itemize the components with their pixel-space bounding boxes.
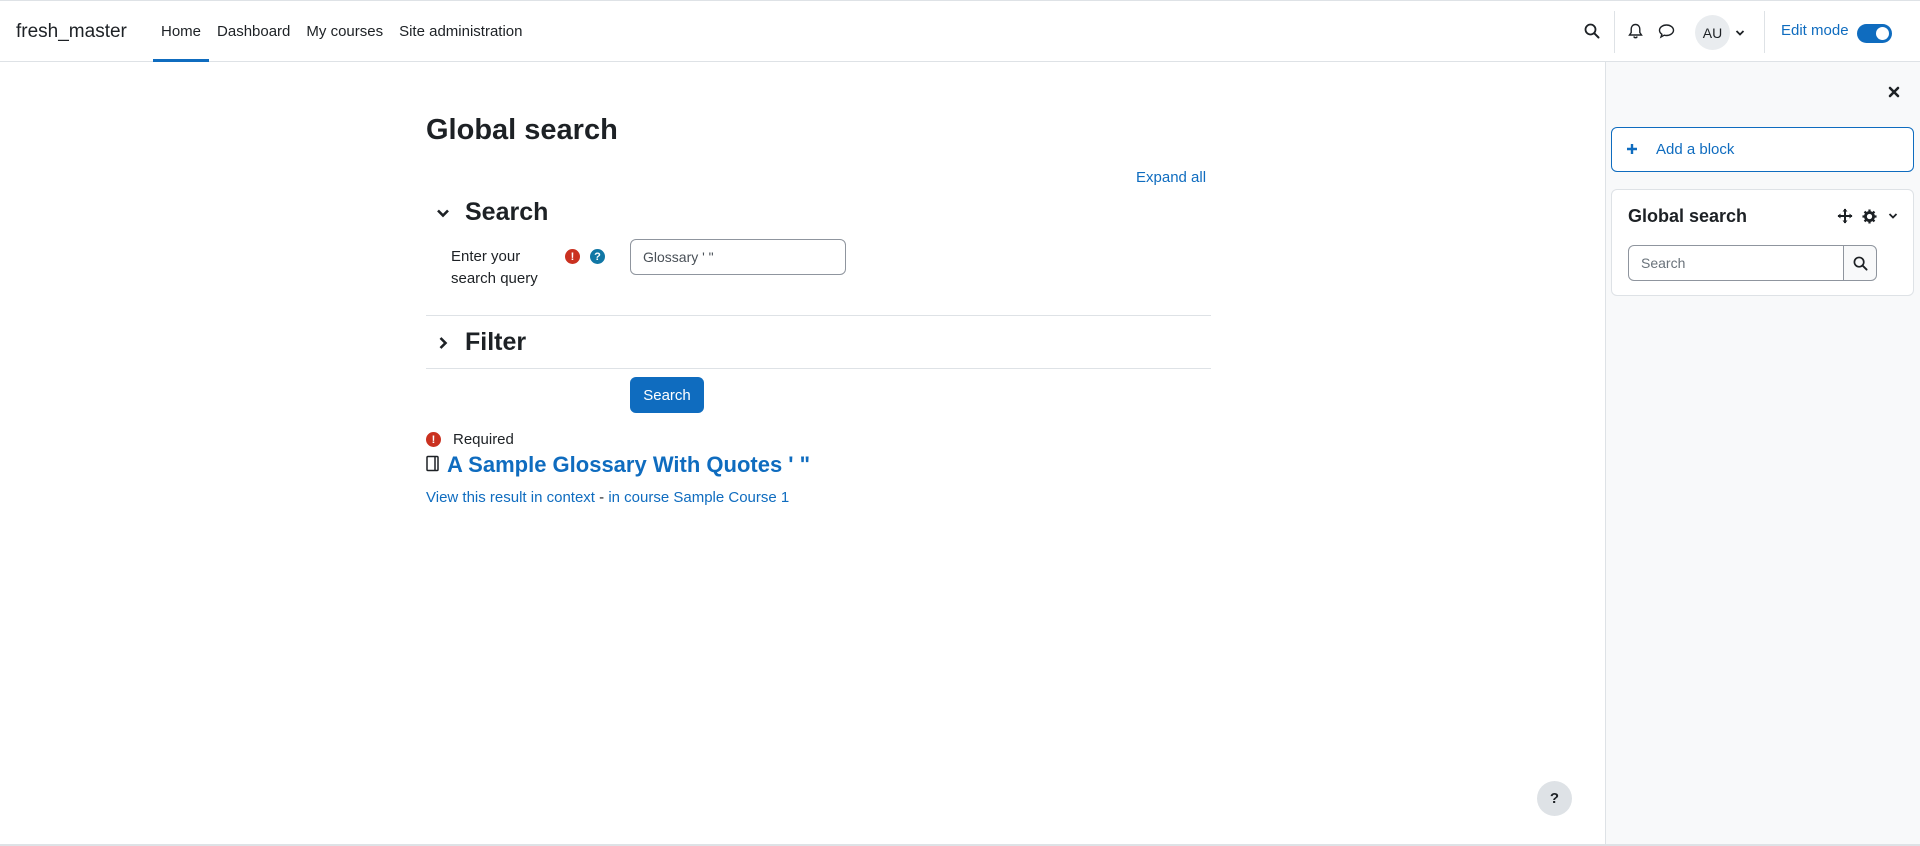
query-label: Enter your search query [451,248,538,287]
result-link-separator: - [594,489,609,506]
chevron-down-icon[interactable] [432,202,454,224]
search-result: A Sample Glossary With Quotes ' " [426,452,810,478]
nav-item-my-courses[interactable]: My courses [298,1,391,61]
required-icon: ! [426,432,441,447]
add-block-label: Add a block [1656,141,1735,158]
navbar-divider [1764,11,1765,53]
site-brand[interactable]: fresh_master [16,21,127,43]
edit-mode-toggle[interactable] [1857,24,1892,43]
top-navbar: fresh_master Home Dashboard My courses S… [0,0,1920,62]
help-button[interactable]: ? [1537,781,1572,816]
global-search-block: Global search [1611,189,1914,296]
block-title: Global search [1628,206,1748,226]
search-button[interactable]: Search [630,377,704,413]
required-label: Required [453,431,514,448]
section-divider [426,368,1211,369]
block-search-button[interactable] [1843,245,1877,281]
search-section-header[interactable]: Search [432,198,548,227]
help-icon[interactable]: ? [590,249,605,264]
result-title-link[interactable]: A Sample Glossary With Quotes ' " [447,452,810,478]
bell-icon[interactable] [1624,20,1646,42]
search-query-input[interactable] [630,239,846,275]
required-icon: ! [565,249,580,264]
chevron-down-icon[interactable] [1735,25,1745,42]
navbar-divider [1614,11,1615,53]
result-links: View this result in context - in course … [426,489,789,506]
chat-bubble-icon[interactable] [1655,20,1677,42]
glossary-icon [426,455,440,476]
nav-item-site-administration[interactable]: Site administration [391,1,530,61]
user-avatar[interactable]: AU [1695,15,1730,50]
filter-section-header[interactable]: Filter [432,328,526,357]
block-drawer [1605,62,1920,846]
nav-item-home[interactable]: Home [153,1,210,62]
add-block-button[interactable]: Add a block [1611,127,1914,172]
search-icon [1853,256,1868,271]
required-legend: ! Required [426,431,514,448]
nav-item-dashboard[interactable]: Dashboard [209,1,298,61]
block-controls [1836,206,1902,226]
search-icon[interactable] [1581,20,1603,42]
filter-section-title[interactable]: Filter [465,328,526,357]
close-icon[interactable] [1883,81,1905,103]
search-section-title[interactable]: Search [465,198,548,227]
course-link[interactable]: in course Sample Course 1 [608,489,789,506]
move-icon[interactable] [1836,206,1854,226]
section-divider [426,315,1211,316]
gear-icon[interactable] [1860,206,1878,226]
chevron-right-icon[interactable] [432,332,454,354]
primary-navigation: Home Dashboard My courses Site administr… [153,1,531,62]
view-in-context-link[interactable]: View this result in context [426,489,595,506]
chevron-down-icon[interactable] [1884,206,1902,226]
page-title: Global search [426,114,618,146]
plus-icon [1626,139,1638,160]
expand-all-link[interactable]: Expand all [1136,169,1206,186]
edit-mode-label[interactable]: Edit mode [1781,22,1849,39]
block-search-input[interactable] [1628,245,1844,281]
